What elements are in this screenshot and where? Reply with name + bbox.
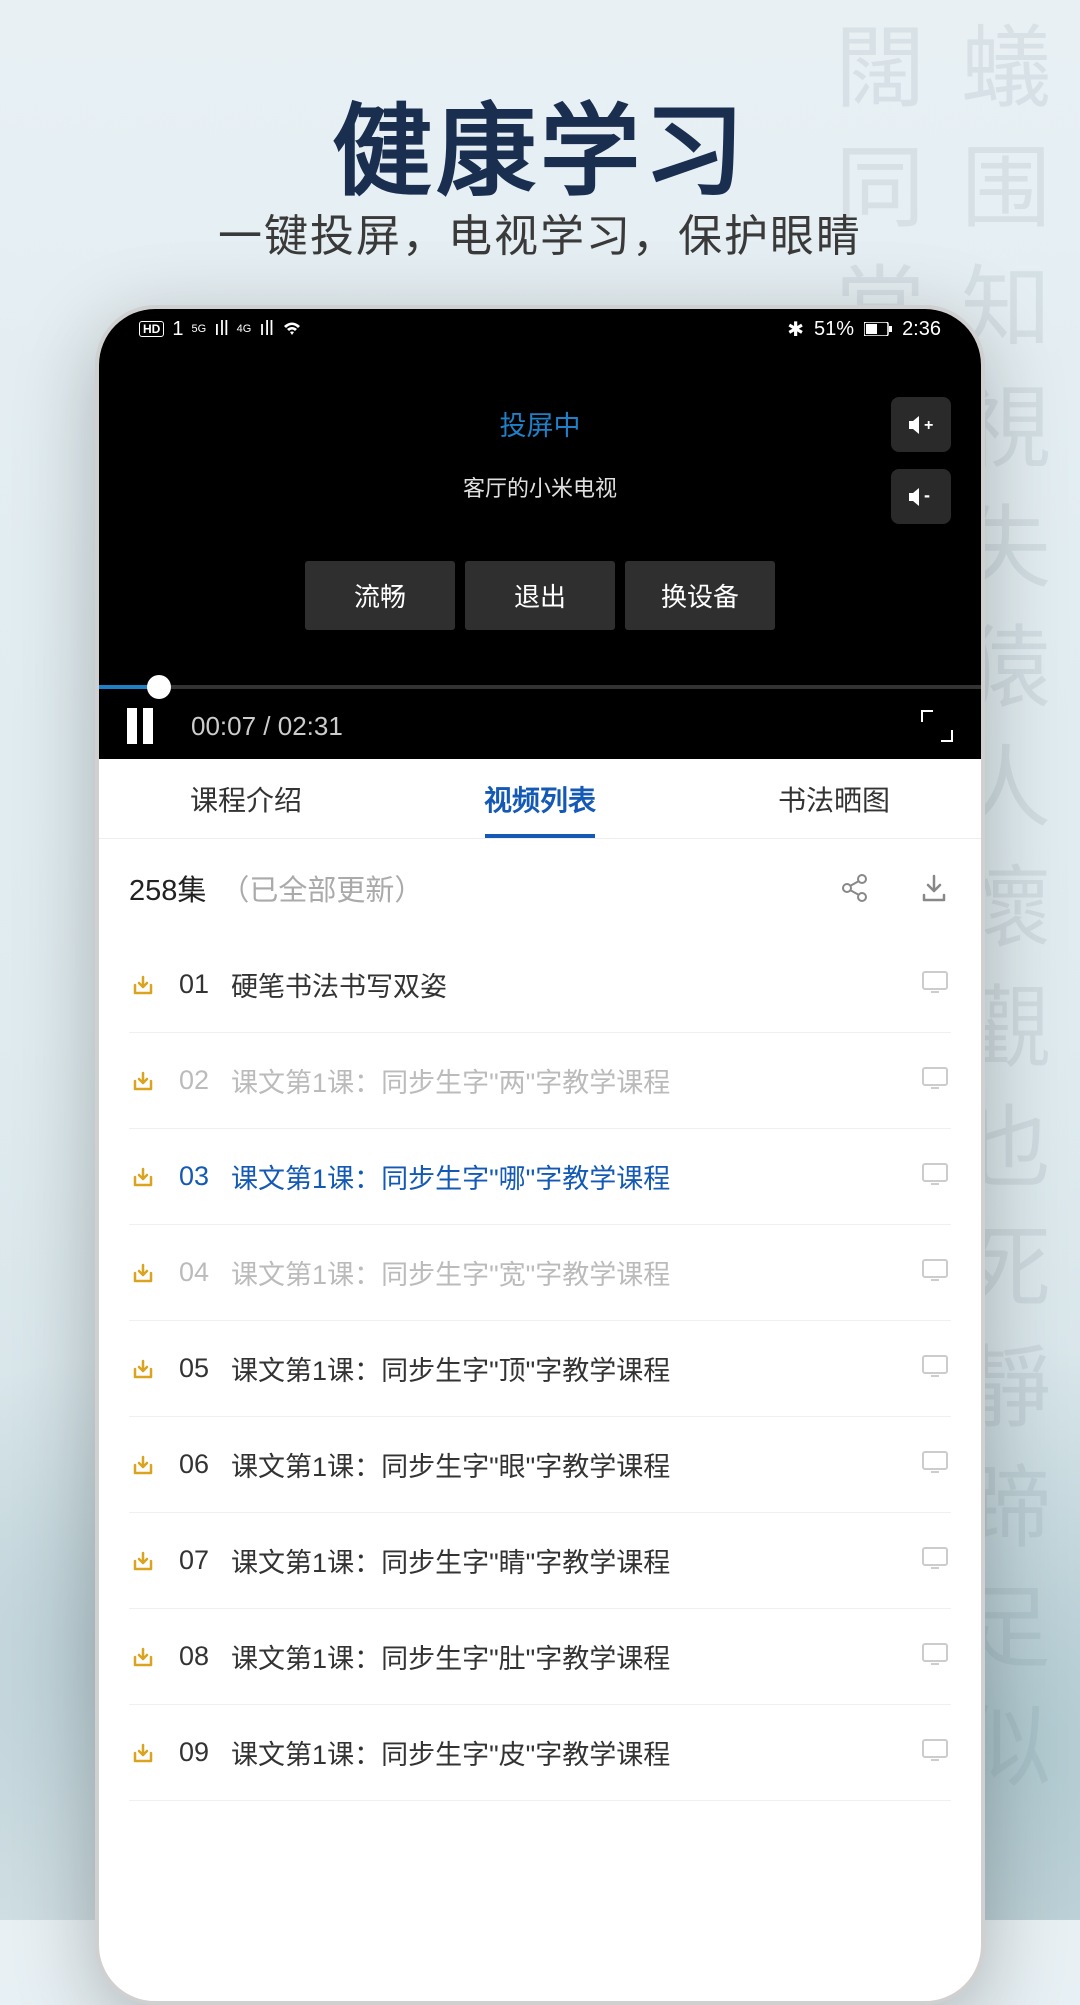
network-5g: 5G	[191, 323, 206, 335]
episode-number: 02	[179, 1065, 209, 1096]
episode-title: 课文第1课：同步生字"宽"字教学课程	[231, 1253, 899, 1292]
playback-time: 00:07 / 02:31	[191, 711, 343, 742]
download-item-icon[interactable]	[129, 1259, 157, 1287]
cast-status: 投屏中	[99, 404, 981, 443]
episode-number: 01	[179, 969, 209, 1000]
tab-bar: 课程介绍 视频列表 书法晒图	[99, 759, 981, 839]
video-player: 投屏中 客厅的小米电视 + - 流畅 退出 换设备 00:07 / 02:31	[99, 349, 981, 759]
cast-item-icon[interactable]	[921, 1258, 951, 1288]
tab-videos[interactable]: 视频列表	[393, 759, 687, 838]
cast-item-icon[interactable]	[921, 1354, 951, 1384]
quality-button[interactable]: 流畅	[305, 561, 455, 630]
list-item[interactable]: 08 课文第1课：同步生字"肚"字教学课程	[129, 1609, 951, 1705]
cast-item-icon[interactable]	[921, 1450, 951, 1480]
cast-item-icon[interactable]	[921, 970, 951, 1000]
volume-up-button[interactable]: +	[891, 397, 951, 452]
episode-title: 课文第1课：同步生字"两"字教学课程	[231, 1061, 899, 1100]
volume-down-button[interactable]: -	[891, 469, 951, 524]
download-item-icon[interactable]	[129, 1547, 157, 1575]
download-item-icon[interactable]	[129, 1355, 157, 1383]
switch-device-button[interactable]: 换设备	[625, 561, 775, 630]
tab-intro[interactable]: 课程介绍	[99, 759, 393, 838]
update-status: （已全部更新）	[220, 867, 423, 909]
download-item-icon[interactable]	[129, 1643, 157, 1671]
status-bar: HD 1 5G ıll 4G ıll ✱ 51% 2:36	[99, 309, 981, 349]
svg-text:+: +	[924, 417, 933, 434]
episode-number: 08	[179, 1641, 209, 1672]
list-item[interactable]: 09 课文第1课：同步生字"皮"字教学课程	[129, 1705, 951, 1801]
episode-title: 课文第1课：同步生字"哪"字教学课程	[231, 1157, 899, 1196]
share-icon	[840, 873, 870, 903]
network-4g: 4G	[237, 323, 252, 335]
cast-item-icon[interactable]	[921, 1162, 951, 1192]
signal-bars-1: ıll	[214, 318, 228, 341]
cast-device-name: 客厅的小米电视	[99, 471, 981, 503]
seek-thumb[interactable]	[147, 675, 171, 699]
exit-cast-button[interactable]: 退出	[465, 561, 615, 630]
fullscreen-button[interactable]	[921, 710, 953, 742]
episode-count: 258集	[129, 867, 206, 909]
signal-bars-2: ıll	[259, 318, 273, 341]
list-header: 258集 （已全部更新）	[99, 839, 981, 937]
list-item[interactable]: 02 课文第1课：同步生字"两"字教学课程	[129, 1033, 951, 1129]
list-item[interactable]: 05 课文第1课：同步生字"顶"字教学课程	[129, 1321, 951, 1417]
tab-gallery[interactable]: 书法晒图	[687, 759, 981, 838]
download-item-icon[interactable]	[129, 1067, 157, 1095]
episode-number: 03	[179, 1161, 209, 1192]
list-item[interactable]: 01 硬笔书法书写双姿	[129, 937, 951, 1033]
episode-title: 课文第1课：同步生字"肚"字教学课程	[231, 1637, 899, 1676]
episode-title: 课文第1课：同步生字"顶"字教学课程	[231, 1349, 899, 1388]
download-all-button[interactable]	[917, 871, 951, 905]
seek-bar[interactable]	[99, 685, 981, 689]
seek-progress	[99, 685, 161, 689]
list-item[interactable]: 03 课文第1课：同步生字"哪"字教学课程	[129, 1129, 951, 1225]
marketing-subtitle: 一键投屏，电视学习，保护眼睛	[0, 200, 1080, 264]
volume-up-icon: +	[907, 414, 935, 436]
episode-number: 05	[179, 1353, 209, 1384]
marketing-title: 健康学习	[0, 70, 1080, 215]
download-item-icon[interactable]	[129, 1163, 157, 1191]
clock: 2:36	[902, 318, 941, 341]
list-item[interactable]: 06 课文第1课：同步生字"眼"字教学课程	[129, 1417, 951, 1513]
episode-title: 课文第1课：同步生字"睛"字教学课程	[231, 1541, 899, 1580]
pause-button[interactable]	[127, 708, 161, 744]
cast-item-icon[interactable]	[921, 1066, 951, 1096]
list-item[interactable]: 04 课文第1课：同步生字"宽"字教学课程	[129, 1225, 951, 1321]
episode-list[interactable]: 01 硬笔书法书写双姿 02 课文第1课：同步生字"两"字教学课程 03 课文第1课：同步…	[99, 937, 981, 1801]
download-item-icon[interactable]	[129, 1451, 157, 1479]
battery-percent: 51%	[814, 318, 854, 341]
download-item-icon[interactable]	[129, 971, 157, 999]
cast-item-icon[interactable]	[921, 1642, 951, 1672]
phone-frame: HD 1 5G ıll 4G ıll ✱ 51% 2:36 投屏中 客厅的小米电…	[95, 305, 985, 2005]
episode-title: 课文第1课：同步生字"皮"字教学课程	[231, 1733, 899, 1772]
list-item[interactable]: 07 课文第1课：同步生字"睛"字教学课程	[129, 1513, 951, 1609]
episode-number: 09	[179, 1737, 209, 1768]
sim-indicator: 1	[172, 318, 183, 341]
episode-title: 硬笔书法书写双姿	[231, 965, 899, 1004]
cast-item-icon[interactable]	[921, 1738, 951, 1768]
cast-item-icon[interactable]	[921, 1546, 951, 1576]
volume-down-icon: -	[907, 486, 935, 508]
svg-text:-: -	[924, 486, 930, 505]
episode-number: 07	[179, 1545, 209, 1576]
share-button[interactable]	[838, 871, 872, 905]
wifi-icon	[282, 321, 302, 337]
episode-number: 04	[179, 1257, 209, 1288]
download-item-icon[interactable]	[129, 1739, 157, 1767]
hd-indicator: HD	[139, 321, 164, 337]
bluetooth-icon: ✱	[787, 317, 804, 342]
download-icon	[919, 873, 949, 903]
episode-number: 06	[179, 1449, 209, 1480]
battery-icon	[864, 322, 892, 336]
episode-title: 课文第1课：同步生字"眼"字教学课程	[231, 1445, 899, 1484]
